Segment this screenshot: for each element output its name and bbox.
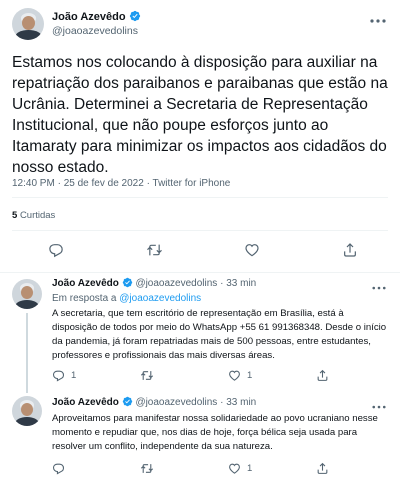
reply-count: 1 [71, 370, 77, 381]
author-name[interactable]: João Azevêdo [52, 11, 126, 23]
author-avatar[interactable] [12, 8, 44, 40]
reply-header: João Azevêdo @joaoazevedolins · 33 min [52, 277, 256, 289]
like-icon [229, 463, 240, 474]
reply-author-handle[interactable]: @joaoazevedolins [135, 397, 217, 408]
divider [12, 197, 388, 198]
more-options-icon[interactable] [372, 398, 386, 412]
meta-separator: · [146, 178, 150, 189]
share-icon [317, 462, 328, 474]
share-action[interactable] [316, 369, 329, 382]
reply-header: João Azevêdo @joaoazevedolins · 33 min [52, 396, 256, 408]
header-separator: · [220, 397, 224, 408]
verified-badge-icon [122, 396, 132, 407]
retweet-action[interactable] [140, 369, 160, 382]
share-icon [317, 369, 328, 381]
reply-icon [52, 463, 65, 475]
reply-avatar[interactable] [12, 396, 42, 426]
reply-icon[interactable] [48, 242, 64, 258]
tweet-text: Estamos nos colocando à disposição para … [12, 54, 388, 176]
reply-to-line: Em resposta a @joaoazevedolins [52, 293, 201, 304]
reply-text: Aproveitamos para manifestar nossa solid… [52, 413, 378, 452]
reply-author-name[interactable]: João Azevêdo [52, 278, 119, 289]
tweet-source[interactable]: Twitter for iPhone [153, 178, 231, 189]
tweet-meta: 12:40 PM · 25 de fev de 2022 · Twitter f… [12, 178, 230, 189]
thread-line [26, 313, 28, 393]
likes-label: Curtidas [19, 210, 56, 221]
retweet-icon [140, 464, 154, 473]
like-count: 1 [247, 463, 253, 474]
reply-to-label: Em resposta a [52, 293, 117, 304]
reply-tweet[interactable]: João Azevêdo @joaoazevedolins · 33 min A… [0, 392, 400, 486]
author-handle[interactable]: @joaoazevedolins [52, 25, 141, 37]
tweet-date[interactable]: 25 de fev de 2022 [64, 178, 144, 189]
retweet-action[interactable] [140, 462, 160, 475]
reply-action-bar: 1 [52, 462, 392, 478]
like-action[interactable]: 1 [228, 369, 252, 382]
reply-action-bar: 1 1 [52, 369, 392, 385]
reply-to-handle-link[interactable]: @joaoazevedolins [119, 293, 201, 304]
more-options-icon[interactable] [370, 12, 386, 26]
verified-badge-icon [122, 277, 132, 288]
reply-time[interactable]: 33 min [226, 278, 256, 289]
share-icon[interactable] [342, 242, 358, 258]
more-options-icon[interactable] [372, 279, 386, 293]
reply-tweet[interactable]: João Azevêdo @joaoazevedolins · 33 min E… [0, 273, 400, 395]
share-action[interactable] [316, 462, 329, 475]
reply-time[interactable]: 33 min [226, 397, 256, 408]
reply-action[interactable]: 1 [52, 369, 76, 382]
like-action[interactable]: 1 [228, 462, 252, 475]
likes-summary[interactable]: 5 Curtidas [12, 210, 55, 221]
retweet-icon [140, 371, 154, 380]
tweet-action-bar [0, 242, 400, 264]
retweet-icon[interactable] [146, 242, 163, 258]
reply-action[interactable] [52, 462, 71, 475]
reply-author-name[interactable]: João Azevêdo [52, 397, 119, 408]
reply-author-handle[interactable]: @joaoazevedolins [135, 278, 217, 289]
meta-separator: · [57, 178, 61, 189]
tweet-time[interactable]: 12:40 PM [12, 178, 55, 189]
like-icon [229, 370, 240, 381]
header-separator: · [220, 278, 224, 289]
verified-badge-icon [129, 10, 140, 22]
like-count: 1 [247, 370, 253, 381]
reply-avatar[interactable] [12, 279, 42, 309]
reply-icon [52, 370, 65, 382]
like-icon[interactable] [244, 242, 260, 258]
divider [12, 230, 388, 231]
likes-count: 5 [12, 210, 18, 221]
reply-text: A secretaria, que tem escritório de repr… [52, 308, 387, 361]
author-info: João Azevêdo @joaoazevedolins [52, 10, 141, 37]
